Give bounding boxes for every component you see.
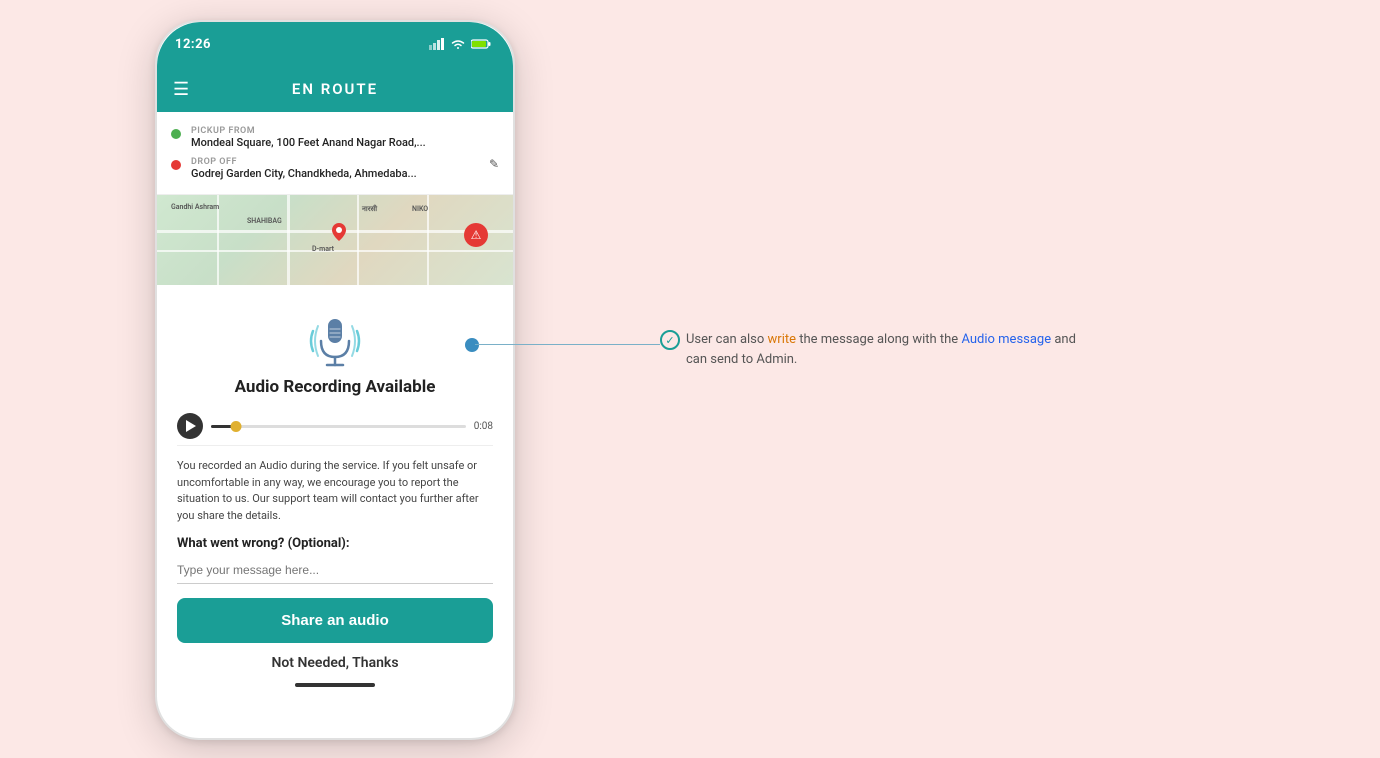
mic-icon-wrap <box>305 311 365 371</box>
dropoff-row: DROP OFF Godrej Garden City, Chandkheda,… <box>171 153 499 184</box>
battery-icon <box>471 38 491 50</box>
message-input[interactable] <box>177 559 493 584</box>
map-label-gandhi: Gandhi Ashram <box>171 203 219 211</box>
dropoff-dot <box>171 160 181 170</box>
location-pin <box>332 223 346 245</box>
audio-time: 0:08 <box>474 421 493 432</box>
menu-icon[interactable]: ☰ <box>173 79 189 100</box>
map-road-h2 <box>157 250 513 252</box>
callout-highlight-audio: Audio message <box>961 332 1051 347</box>
route-info: PICKUP FROM Mondeal Square, 100 Feet Ana… <box>157 112 513 195</box>
play-button[interactable] <box>177 413 203 439</box>
pickup-info: PICKUP FROM Mondeal Square, 100 Feet Ana… <box>191 126 426 149</box>
pickup-dot <box>171 129 181 139</box>
map-road-v2 <box>287 195 290 285</box>
callout-check-icon: ✓ <box>660 330 680 350</box>
map-label-narsi: नारसी <box>362 205 377 214</box>
phone-frame: 12:26 <box>155 20 515 740</box>
map-road-v3 <box>357 195 359 285</box>
callout-text-wrap: ✓ User can also write the message along … <box>660 330 1080 369</box>
nav-title: EN ROUTE <box>292 80 378 98</box>
edit-icon[interactable]: ✎ <box>489 157 499 171</box>
dropoff-address: Godrej Garden City, Chandkheda, Ahmedaba… <box>191 167 417 180</box>
map-background: Gandhi Ashram SHAHIBAG D-mart NIKO नारसी <box>157 195 513 285</box>
alert-pin[interactable] <box>464 223 488 247</box>
pickup-label: PICKUP FROM <box>191 126 426 136</box>
audio-description: You recorded an Audio during the service… <box>177 458 493 524</box>
nav-bar: ☰ EN ROUTE <box>157 66 513 112</box>
dropoff-info: DROP OFF Godrej Garden City, Chandkheda,… <box>191 157 417 180</box>
pickup-row: PICKUP FROM Mondeal Square, 100 Feet Ana… <box>171 122 499 153</box>
phone-mockup: 12:26 <box>155 20 515 740</box>
status-time: 12:26 <box>175 37 211 52</box>
callout-text: User can also write the message along wi… <box>686 330 1080 369</box>
callout-dot <box>465 338 479 352</box>
audio-title: Audio Recording Available <box>235 377 436 397</box>
map-label-niko: NIKO <box>412 205 428 213</box>
audio-player[interactable]: 0:08 <box>177 407 493 446</box>
dropoff-label: DROP OFF <box>191 157 417 167</box>
what-went-wrong-label: What went wrong? (Optional): <box>177 536 493 551</box>
map-label-shahibag: SHAHIBAG <box>247 217 282 225</box>
map-area: Gandhi Ashram SHAHIBAG D-mart NIKO नारसी <box>157 195 513 285</box>
microphone-icon <box>307 311 363 371</box>
status-icons <box>429 38 491 50</box>
audio-progress-bar[interactable] <box>211 425 466 428</box>
status-bar: 12:26 <box>157 22 513 66</box>
audio-section: Audio Recording Available 0:08 You recor… <box>157 285 513 697</box>
map-label-dimart: D-mart <box>312 245 334 253</box>
callout-highlight-write: write <box>768 332 796 347</box>
signal-icon <box>429 38 445 50</box>
callout-connector-line <box>475 344 660 345</box>
home-indicator <box>295 683 375 687</box>
mic-area <box>305 301 365 377</box>
pickup-address: Mondeal Square, 100 Feet Anand Nagar Roa… <box>191 136 426 149</box>
share-audio-button[interactable]: Share an audio <box>177 598 493 643</box>
audio-progress-dot <box>231 421 242 432</box>
callout-annotation: ✓ User can also write the message along … <box>660 330 1080 369</box>
wifi-icon <box>450 38 466 50</box>
not-needed-button[interactable]: Not Needed, Thanks <box>271 655 398 671</box>
